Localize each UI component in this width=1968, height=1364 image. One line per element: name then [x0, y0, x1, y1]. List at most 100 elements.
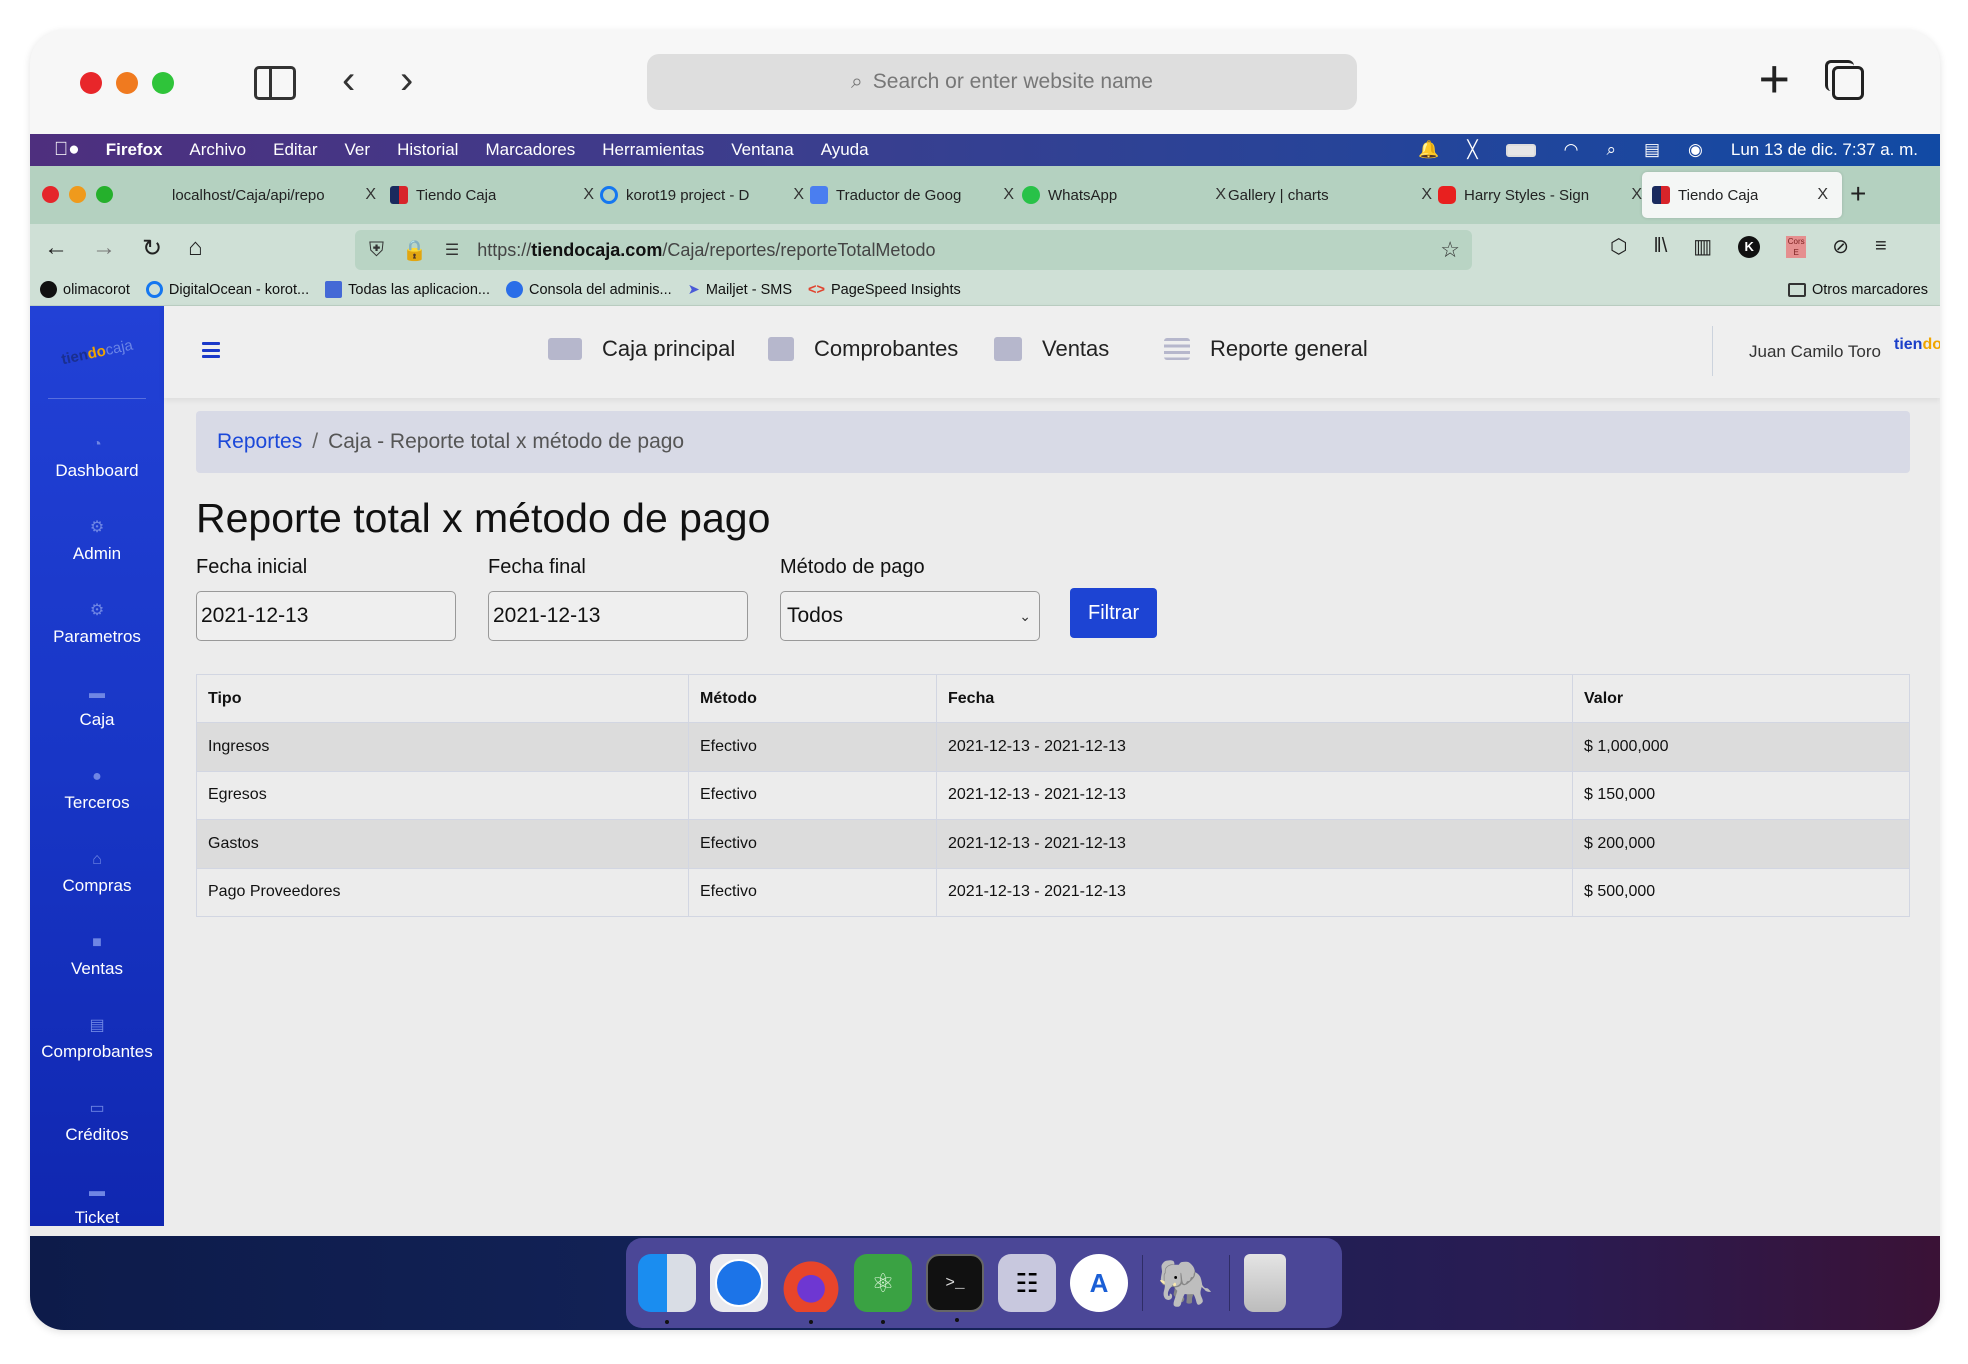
sidebar-item-admin[interactable]: ⚙ Admin — [30, 500, 164, 583]
close-tab-icon[interactable]: X — [1631, 186, 1642, 204]
safari-search-field[interactable]: ⌕ Search or enter website name — [647, 54, 1357, 110]
filter-button[interactable]: Filtrar — [1070, 588, 1158, 638]
dock-finder-icon[interactable] — [638, 1254, 696, 1324]
dock-android-studio-icon[interactable]: A — [1070, 1254, 1128, 1312]
tab-gallery-charts[interactable]: Gallery | charts X — [1228, 172, 1438, 218]
sidebar-item-ventas[interactable]: ■ Ventas — [30, 915, 164, 998]
menu-ventana[interactable]: Ventana — [731, 140, 793, 160]
menu-marcadores[interactable]: Marcadores — [485, 140, 575, 160]
wifi-icon[interactable]: ◠ — [1564, 140, 1579, 160]
sidebar-item-ticket[interactable]: ▬ Ticket — [30, 1164, 164, 1247]
minimize-window-button[interactable] — [116, 72, 138, 94]
sidebar-item-compras[interactable]: ⌂ Compras — [30, 832, 164, 915]
menu-historial[interactable]: Historial — [397, 140, 458, 160]
battery-icon[interactable] — [1505, 143, 1536, 157]
plus-icon[interactable]: + — [1758, 48, 1790, 110]
user-logo[interactable]: tiendo — [1894, 336, 1940, 354]
shield-icon[interactable]: ⛨ — [369, 239, 384, 262]
firefox-zoom-button[interactable] — [96, 186, 113, 203]
spotlight-icon[interactable]: ⌕ — [1606, 140, 1616, 160]
tab-traductor[interactable]: Traductor de Goog X — [810, 172, 1020, 218]
close-tab-icon[interactable]: X — [1215, 186, 1226, 204]
bookmark-todas-aplicaciones[interactable]: Todas las aplicacion... — [325, 281, 490, 298]
forward-arrow-icon[interactable]: → — [92, 234, 116, 262]
control-center-icon[interactable]: ▤ — [1644, 140, 1660, 160]
sidebar-item-terceros[interactable]: ● Terceros — [30, 749, 164, 832]
breadcrumb-link-reportes[interactable]: Reportes — [217, 430, 302, 454]
home-icon[interactable]: ⌂ — [188, 234, 203, 262]
dock-safari-icon[interactable] — [710, 1254, 768, 1312]
reader-view-icon[interactable]: ▥ — [1693, 234, 1712, 259]
topnav-ventas[interactable]: Ventas — [994, 336, 1109, 362]
hamburger-menu-icon[interactable] — [202, 342, 220, 358]
firefox-minimize-button[interactable] — [69, 186, 86, 203]
topnav-reporte-general[interactable]: Reporte general — [1164, 336, 1368, 362]
menu-editar[interactable]: Editar — [273, 140, 317, 160]
sidebar-item-dashboard[interactable]: ◔ Dashboard — [30, 417, 164, 500]
payment-method-select[interactable]: Todos ⌄ — [780, 591, 1040, 641]
end-date-input[interactable] — [488, 591, 748, 641]
url-bar[interactable]: ⛨ 🔒 ☰ https:// tiendocaja.com /Caja/repo… — [355, 230, 1472, 270]
dock-firefox-icon[interactable] — [782, 1254, 840, 1324]
close-tab-icon[interactable]: X — [1817, 186, 1828, 204]
chevron-left-icon[interactable]: ‹ — [342, 58, 355, 103]
user-name[interactable]: Juan Camilo Toro — [1749, 342, 1881, 362]
bookmark-star-icon[interactable]: ☆ — [1440, 237, 1460, 263]
permissions-icon[interactable]: ☰ — [445, 240, 459, 260]
bookmark-pagespeed[interactable]: <> PageSpeed Insights — [808, 282, 961, 298]
close-tab-icon[interactable]: X — [793, 186, 804, 204]
reload-icon[interactable]: ↻ — [142, 234, 162, 263]
sidebar-item-creditos[interactable]: ▭ Créditos — [30, 1081, 164, 1164]
menu-ayuda[interactable]: Ayuda — [821, 140, 869, 160]
lock-icon[interactable]: 🔒 — [402, 238, 427, 263]
back-arrow-icon[interactable]: ← — [44, 234, 68, 262]
other-bookmarks[interactable]: Otros marcadores — [1787, 282, 1928, 298]
zoom-window-button[interactable] — [152, 72, 174, 94]
sidebar-item-comprobantes[interactable]: ▤ Comprobantes — [30, 998, 164, 1081]
new-tab-button[interactable]: + — [1850, 178, 1866, 210]
extension-icon[interactable]: ⊘ — [1832, 234, 1849, 259]
bookmark-consola-admin[interactable]: Consola del adminis... — [505, 281, 672, 298]
topnav-caja-principal[interactable]: Caja principal — [548, 336, 735, 362]
firefox-close-button[interactable] — [42, 186, 59, 203]
notification-icon[interactable]: 🔔 — [1418, 140, 1439, 160]
sidebar-item-parametros[interactable]: ⚙ Parametros — [30, 583, 164, 666]
bookmark-olimacorot[interactable]: olimacorot — [40, 281, 130, 298]
dock-atom-icon[interactable]: ⚛ — [854, 1254, 912, 1324]
bluetooth-icon[interactable]: ╳ — [1467, 140, 1477, 160]
app-logo[interactable]: tien do caja — [30, 293, 172, 411]
sidebar-toggle-icon[interactable] — [254, 66, 296, 100]
tab-tiendo-caja-active[interactable]: Tiendo Caja X — [1642, 172, 1842, 218]
sidebar-item-caja[interactable]: ▬ Caja — [30, 666, 164, 749]
close-tab-icon[interactable]: X — [1003, 186, 1014, 204]
pocket-icon[interactable]: ⬡ — [1610, 234, 1627, 259]
hamburger-menu-icon[interactable]: ≡ — [1875, 235, 1887, 258]
menu-herramientas[interactable]: Herramientas — [602, 140, 704, 160]
dock-launchpad-icon[interactable]: ☷ — [998, 1254, 1056, 1312]
close-tab-icon[interactable]: X — [1421, 186, 1432, 204]
menu-ver[interactable]: Ver — [345, 140, 371, 160]
close-tab-icon[interactable]: X — [583, 186, 594, 204]
close-window-button[interactable] — [80, 72, 102, 94]
siri-icon[interactable]: ◉ — [1688, 140, 1703, 160]
bookmark-digitalocean[interactable]: DigitalOcean - korot... — [145, 281, 309, 298]
close-tab-icon[interactable]: X — [365, 186, 376, 204]
menu-archivo[interactable]: Archivo — [189, 140, 246, 160]
tab-harry-styles[interactable]: Harry Styles - Sign X — [1438, 172, 1648, 218]
bookmark-mailjet[interactable]: ➤ Mailjet - SMS — [688, 282, 792, 298]
chevron-right-icon[interactable]: › — [400, 58, 413, 103]
start-date-input[interactable] — [196, 591, 456, 641]
tabs-icon[interactable] — [1825, 60, 1864, 100]
tab-whatsapp[interactable]: WhatsApp X — [1022, 172, 1232, 218]
apple-icon[interactable]: ● — [54, 139, 80, 161]
menu-app-name[interactable]: Firefox — [106, 140, 163, 160]
tab-tiendo-caja[interactable]: Tiendo Caja X — [390, 172, 600, 218]
k-extension-icon[interactable]: K — [1738, 235, 1761, 258]
dock-terminal-icon[interactable]: >_ — [926, 1254, 984, 1322]
tab-korot19[interactable]: korot19 project - D X — [600, 172, 810, 218]
topnav-comprobantes[interactable]: Comprobantes — [768, 336, 958, 362]
tab-localhost[interactable]: localhost/Caja/api/repo X — [172, 172, 382, 218]
dock-pgadmin-icon[interactable]: 🐘 — [1157, 1254, 1215, 1312]
library-icon[interactable]: ‖\ — [1653, 235, 1667, 258]
cors-extension-icon[interactable]: Cors E — [1786, 235, 1807, 258]
